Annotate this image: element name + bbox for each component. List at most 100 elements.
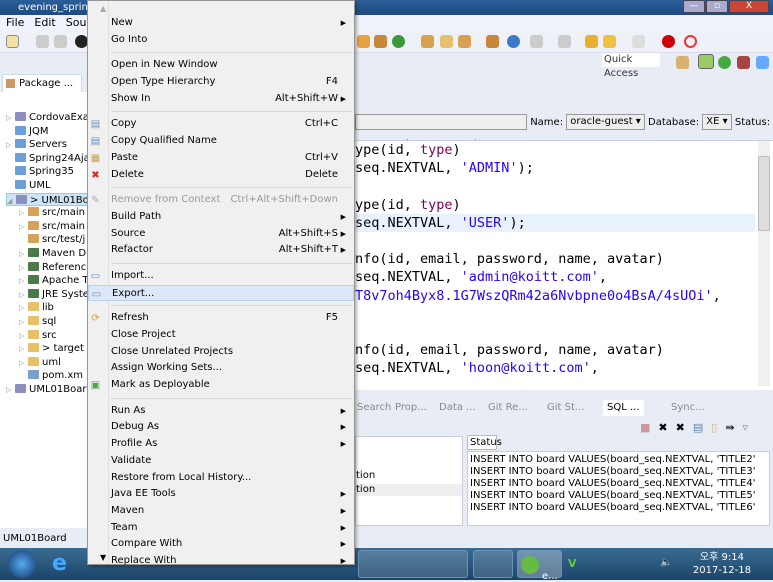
start-button[interactable] [8,550,36,578]
scroll-up-icon[interactable]: ▲ [100,4,106,13]
database-select[interactable]: XE ▾ [702,114,732,130]
tree-item[interactable]: JQM [6,125,48,138]
expand-toggle-icon[interactable]: ▷ [6,139,15,152]
tray-icon[interactable]: V [568,557,577,570]
menu-item-close-unrelated-projects[interactable]: Close Unrelated Projects [88,344,354,361]
menu-item-refresh[interactable]: ⟳ Refresh F5 [88,310,354,327]
tab-status[interactable]: Status [467,435,502,450]
tree-item[interactable]: UML [6,179,51,192]
pin-icon[interactable]: ⇛ [725,421,734,434]
menu-item-replace-with[interactable]: Replace With ▶ [88,553,354,570]
expand-toggle-icon[interactable]: ▷ [19,262,28,275]
redhat-icon[interactable] [662,35,675,48]
close-button[interactable]: X [729,0,769,13]
menu-item-open-in-new-window[interactable]: Open in New Window [88,57,354,74]
result-row[interactable]: INSERT INTO board VALUES(board_seq.NEXTV… [470,502,756,514]
tab-gitre[interactable]: Git Re... [488,400,528,416]
connection-type-select[interactable] [355,114,527,130]
tree-item[interactable]: ▷ Servers [6,138,67,151]
menu-item-close-project[interactable]: Close Project [88,327,354,344]
menu-file[interactable]: File [6,15,24,31]
tab-search[interactable]: Search [357,400,391,416]
tree-item[interactable]: ▷ src/main [19,220,85,233]
remove-icon[interactable]: ✖ [658,421,667,434]
tree-item[interactable]: ▷ sql [19,315,56,328]
volume-icon[interactable]: 🔈 [660,557,672,568]
prev-annotation-icon[interactable] [558,35,571,48]
remove-all-icon[interactable]: ✖ [676,421,685,434]
menu-item-restore-from-local-history[interactable]: Restore from Local History... [88,470,354,487]
menu-item-refactor[interactable]: Refactor Alt+Shift+T ▶ [88,242,354,259]
tree-item[interactable]: ▷ lib [19,301,54,314]
history-row[interactable]: tion [356,470,375,482]
tree-item[interactable]: Spring24Aja [6,152,90,165]
menu-item-export[interactable]: ▭ Export... [88,284,354,302]
taskbar-network-app[interactable] [473,550,513,578]
tree-item[interactable]: src/test/j [19,233,85,246]
last-edit-icon[interactable] [585,35,598,48]
clock[interactable]: 오후 9:14 2017-12-18 [693,551,751,577]
maximize-button[interactable]: ▫ [706,0,728,13]
expand-toggle-icon[interactable]: ▷ [6,384,15,397]
sync-perspective-icon[interactable] [756,56,769,69]
taskbar-eclipse[interactable]: e... [517,550,562,582]
tab-sql[interactable]: SQL ... [603,400,644,416]
open-folder-icon[interactable] [421,35,434,48]
tree-item[interactable]: ▷ Referenc [19,261,86,274]
menu-edit[interactable]: Edit [34,15,55,31]
menu-item-copy-qualified-name[interactable]: ▤ Copy Qualified Name [88,133,354,150]
menu-item-validate[interactable]: Validate [88,453,354,470]
menu-item-team[interactable]: Team ▶ [88,520,354,537]
menu-item-copy[interactable]: ▤ Copy Ctrl+C [88,116,354,133]
wand-icon[interactable] [458,35,471,48]
menu-item-new[interactable]: New ▶ [88,15,354,32]
menu-item-run-as[interactable]: Run As ▶ [88,403,354,420]
expand-toggle-icon[interactable]: ▷ [19,248,28,261]
folder-icon[interactable] [440,35,453,48]
tree-item[interactable]: ▷ CordovaExa [6,111,89,124]
tree-item[interactable]: ▷ uml [19,356,61,369]
menu-item-debug-as[interactable]: Debug As ▶ [88,419,354,436]
connection-name-select[interactable]: oracle-guest ▾ [566,114,645,130]
taskbar-snipping-tool[interactable] [358,550,468,578]
globe-icon[interactable] [507,35,520,48]
menu-item-build-path[interactable]: Build Path ▶ [88,209,354,226]
quick-access-input[interactable]: Quick Access [602,53,660,79]
stop-icon[interactable]: ■ [640,421,650,434]
expand-toggle-icon[interactable]: ▷ [19,357,28,370]
menu-item-java-ee-tools[interactable]: Java EE Tools ▶ [88,486,354,503]
menu-item-import[interactable]: ▭ Import... [88,268,354,285]
next-annotation-icon[interactable] [530,35,543,48]
expand-toggle-icon[interactable]: ▷ [19,289,28,302]
result-row[interactable]: INSERT INTO board VALUES(board_seq.NEXTV… [470,478,756,490]
git-perspective-icon[interactable] [737,56,750,69]
expand-toggle-icon[interactable]: ▷ [19,343,28,356]
menu-item-maven[interactable]: Maven ▶ [88,503,354,520]
tab-data[interactable]: Data ... [439,400,476,416]
menu-item-open-type-hierarchy[interactable]: Open Type Hierarchy F4 [88,74,354,91]
document-icon[interactable]: ▯ [711,421,717,434]
open-icon[interactable]: ▤ [693,421,703,434]
sync-icon[interactable] [684,35,697,48]
editor-scrollbar[interactable] [758,141,770,386]
menu-item-delete[interactable]: ✖ Delete Delete [88,167,354,184]
tree-item[interactable]: ▷ Maven D [19,247,86,260]
tree-item[interactable]: pom.xm [19,369,83,382]
save-all-icon[interactable] [54,35,67,48]
back-icon[interactable] [603,35,616,48]
expand-toggle-icon[interactable]: ▷ [19,316,28,329]
expand-toggle-icon[interactable]: ▷ [19,275,28,288]
open-perspective-icon[interactable] [676,56,689,69]
menu-item-compare-with[interactable]: Compare With ▶ [88,536,354,553]
tree-item[interactable]: Spring35 [6,165,74,178]
menu-item-show-in[interactable]: Show In Alt+Shift+W ▶ [88,91,354,108]
java-ee-perspective-icon[interactable] [698,54,714,69]
view-menu-icon[interactable]: ▿ [743,421,749,434]
tree-item[interactable]: ▷ UML01Boar [6,383,86,396]
expand-toggle-icon[interactable]: ▷ [19,221,28,234]
tab-sync[interactable]: Sync... [671,400,705,416]
result-row[interactable]: INSERT INTO board VALUES(board_seq.NEXTV… [470,490,756,502]
tree-item[interactable]: ◢ > UML01Bo [6,192,90,206]
menu-item-paste[interactable]: ▦ Paste Ctrl+V [88,150,354,167]
result-row[interactable]: INSERT INTO board VALUES(board_seq.NEXTV… [470,466,756,478]
